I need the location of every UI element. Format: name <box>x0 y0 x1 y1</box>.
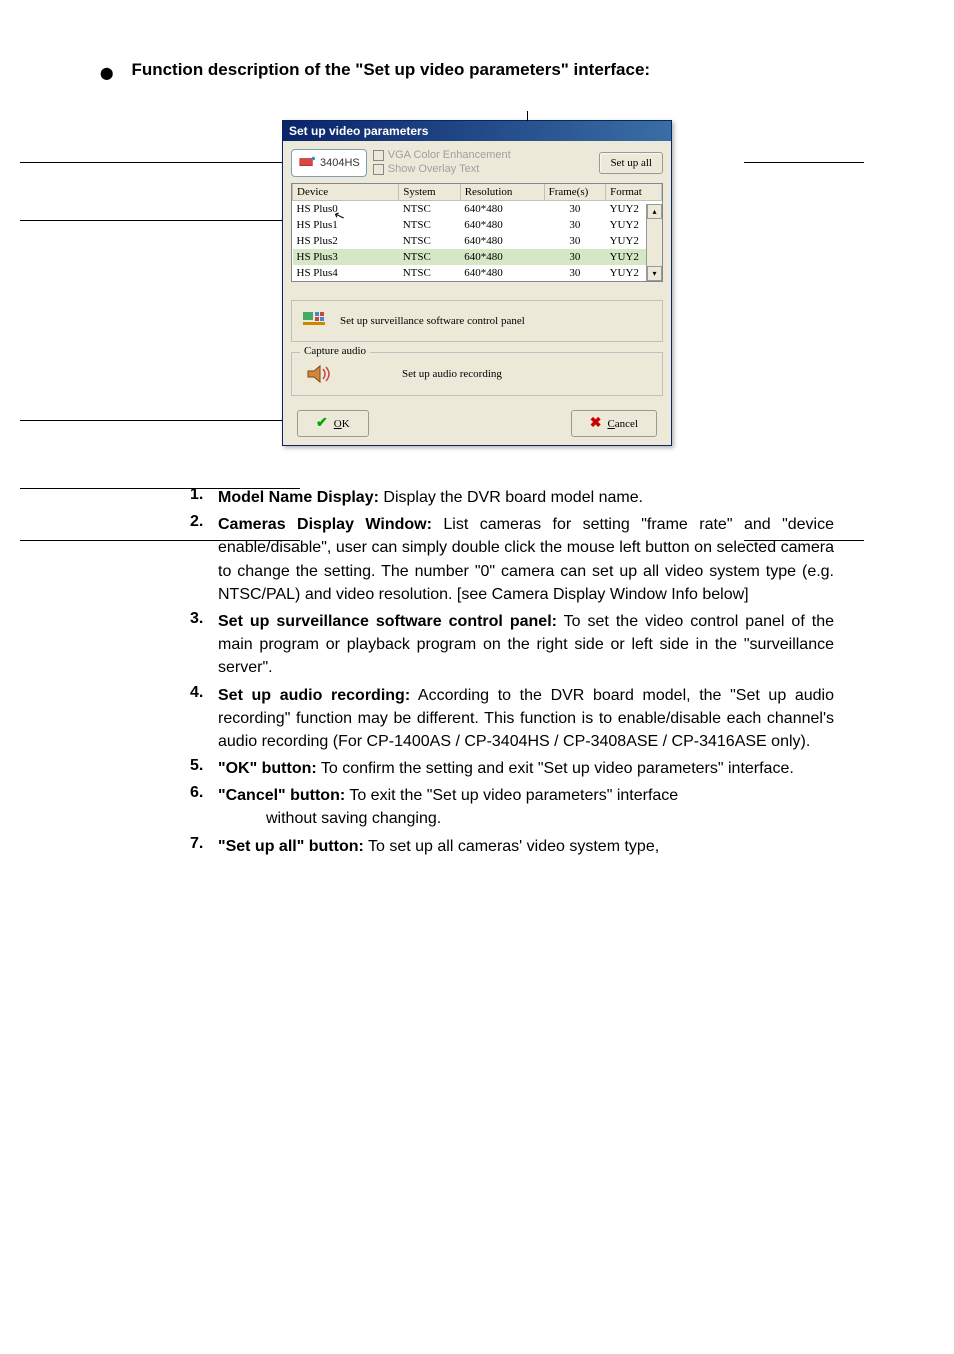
checkmark-icon: ✔ <box>316 415 328 432</box>
page-heading: ⬤ Function description of the "Set up vi… <box>100 60 854 80</box>
control-panel-icon <box>302 311 330 331</box>
capture-audio-group: Capture audio Set up audio recording <box>291 352 663 396</box>
checkbox-icon <box>373 150 384 161</box>
heading-text: Function description of the "Set up vide… <box>131 60 650 80</box>
check-label: VGA Color Enhancement <box>388 149 511 161</box>
audio-label: Set up audio recording <box>402 368 502 380</box>
table-row[interactable]: HS Plus3NTSC640*48030YUY2 <box>293 249 662 265</box>
scroll-down-icon[interactable]: ▾ <box>647 266 662 281</box>
show-overlay-check[interactable]: Show Overlay Text <box>373 163 594 175</box>
group-title: Capture audio <box>300 345 370 357</box>
dialog-body: 3404HS VGA Color Enhancement Show Overla… <box>283 141 671 445</box>
cameras-table-wrap: ↖ Device System Resolution Frame(s) Form… <box>291 183 663 282</box>
callout-line <box>20 488 300 489</box>
scrollbar[interactable]: ▴ ▾ <box>646 204 662 281</box>
list-item: 7."Set up all" button: To set up all cam… <box>190 835 834 858</box>
col-resolution[interactable]: Resolution <box>460 184 544 201</box>
model-icon <box>298 154 316 172</box>
ok-button[interactable]: ✔ OK <box>297 410 369 437</box>
list-item: 4.Set up audio recording: According to t… <box>190 684 834 754</box>
vga-enhancement-check[interactable]: VGA Color Enhancement <box>373 149 594 161</box>
callout-line <box>744 540 864 541</box>
cancel-label: Cancel <box>607 418 638 430</box>
top-row: 3404HS VGA Color Enhancement Show Overla… <box>291 149 663 177</box>
setup-all-button[interactable]: Set up all <box>599 152 663 174</box>
col-format[interactable]: Format <box>606 184 662 201</box>
col-device[interactable]: Device <box>293 184 399 201</box>
bullet-icon: ⬤ <box>100 66 113 80</box>
dialog-title-bar: Set up video parameters <box>283 121 671 141</box>
audio-icon <box>306 363 334 385</box>
checkbox-group: VGA Color Enhancement Show Overlay Text <box>373 149 594 177</box>
scroll-up-icon[interactable]: ▴ <box>647 204 662 219</box>
callout-line <box>744 162 864 163</box>
x-icon: ✖ <box>590 415 602 432</box>
surveillance-label: Set up surveillance software control pan… <box>340 315 525 327</box>
list-item: 1.Model Name Display: Display the DVR bo… <box>190 486 834 509</box>
dialog-title: Set up video parameters <box>289 124 428 138</box>
cameras-table[interactable]: Device System Resolution Frame(s) Format… <box>292 184 662 281</box>
button-row: ✔ OK ✖ Cancel <box>291 410 663 437</box>
audio-recording-button[interactable]: Set up audio recording <box>302 363 652 385</box>
model-text: 3404HS <box>320 157 360 169</box>
list-item: 3.Set up surveillance software control p… <box>190 610 834 680</box>
checkbox-icon <box>373 164 384 175</box>
table-row[interactable]: HS Plus4NTSC640*48030YUY2 <box>293 265 662 281</box>
model-name-display: 3404HS <box>291 149 367 177</box>
col-frames[interactable]: Frame(s) <box>544 184 606 201</box>
callout-line <box>20 420 300 421</box>
video-params-dialog: Set up video parameters 3404HS VGA Color… <box>282 120 672 446</box>
table-row[interactable]: HS Plus1NTSC640*48030YUY2 <box>293 217 662 233</box>
col-system[interactable]: System <box>399 184 461 201</box>
check-label: Show Overlay Text <box>388 163 480 175</box>
table-row[interactable]: HS Plus2NTSC640*48030YUY2 <box>293 233 662 249</box>
dialog-container: Set up video parameters 3404HS VGA Color… <box>100 120 854 446</box>
callout-line <box>20 220 290 221</box>
list-item: 6."Cancel" button: To exit the "Set up v… <box>190 784 834 830</box>
cancel-button[interactable]: ✖ Cancel <box>571 410 657 437</box>
list-item: 2.Cameras Display Window: List cameras f… <box>190 513 834 606</box>
surveillance-panel-button[interactable]: Set up surveillance software control pan… <box>291 300 663 342</box>
description-list: 1.Model Name Display: Display the DVR bo… <box>190 486 834 858</box>
callout-line <box>20 540 300 541</box>
list-item: 5."OK" button: To confirm the setting an… <box>190 757 834 780</box>
ok-label: OK <box>334 418 350 430</box>
callout-line <box>20 162 290 163</box>
table-row[interactable]: HS Plus0NTSC640*48030YUY2 <box>293 201 662 218</box>
